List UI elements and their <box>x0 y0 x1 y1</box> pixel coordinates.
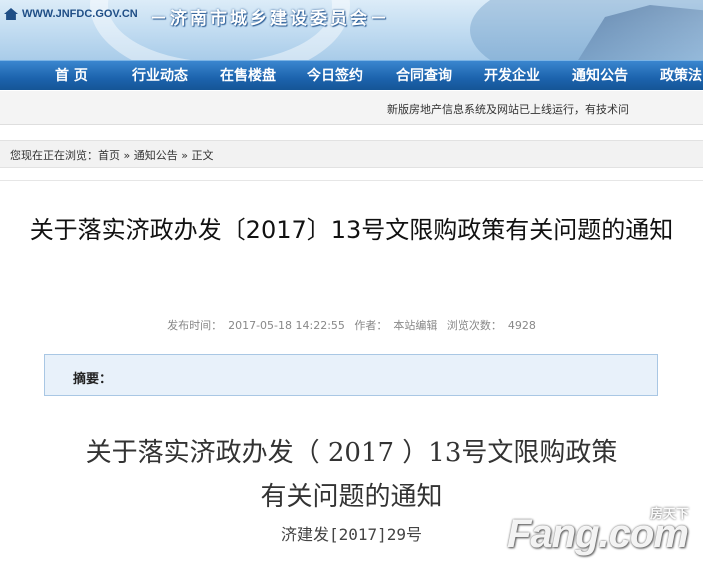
main-nav: 首 页 行业动态 在售楼盘 今日签约 合同查询 开发企业 通知公告 政策法 <box>0 60 703 90</box>
nav-item-industry-news[interactable]: 行业动态 <box>132 61 188 91</box>
nav-item-on-sale[interactable]: 在售楼盘 <box>220 61 276 91</box>
views-label: 浏览次数： <box>446 319 502 332</box>
watermark-logo-text: Fang.com <box>507 512 689 556</box>
news-ticker: 新版房地产信息系统及网站已上线运行，有技术问 <box>0 91 703 125</box>
summary-box: 摘要： <box>44 354 658 396</box>
nav-item-policy[interactable]: 政策法 <box>660 61 702 91</box>
home-icon <box>4 8 18 20</box>
breadcrumb-separator: » <box>177 149 192 162</box>
published-value: 2017-05-18 14:22:55 <box>228 319 345 332</box>
site-url[interactable]: WWW.JNFDC.GOV.CN <box>4 4 138 24</box>
header-banner: WWW.JNFDC.GOV.CN －济南市城乡建设委员会－ <box>0 0 703 60</box>
nav-item-today-signing[interactable]: 今日签约 <box>307 61 363 91</box>
site-title: －济南市城乡建设委员会－ <box>150 9 390 29</box>
breadcrumb-separator: » <box>120 149 134 162</box>
breadcrumb-home-link[interactable]: 首页 <box>98 149 120 162</box>
nav-item-home[interactable]: 首 页 <box>55 61 88 91</box>
summary-label: 摘要： <box>73 372 113 387</box>
ticker-text[interactable]: 新版房地产信息系统及网站已上线运行，有技术问 <box>387 101 629 117</box>
author-label: 作者： <box>354 319 388 332</box>
site-url-text: WWW.JNFDC.GOV.CN <box>22 8 138 20</box>
document-heading-line-1: 关于落实济政办发（ 2017 ）13号文限购政策 <box>85 438 618 468</box>
breadcrumb-prefix: 您现在正在浏览： <box>10 149 98 162</box>
article-meta: 发布时间： 2017-05-18 14:22:55 作者： 本站编辑 浏览次数： 49… <box>0 317 703 333</box>
fang-watermark: 房天下 Fang.com <box>507 505 695 557</box>
breadcrumb-section-link[interactable]: 通知公告 <box>134 149 178 162</box>
nav-item-notices[interactable]: 通知公告 <box>572 61 628 91</box>
author-value: 本站编辑 <box>393 319 438 332</box>
breadcrumb-current: 正文 <box>191 149 214 162</box>
views-value: 4928 <box>507 319 536 332</box>
article-title: 关于落实济政办发〔2017〕13号文限购政策有关问题的通知 <box>29 216 674 244</box>
nav-item-developers[interactable]: 开发企业 <box>484 61 540 91</box>
breadcrumb: 您现在正在浏览：首页 » 通知公告 » 正文 <box>0 140 703 168</box>
published-label: 发布时间： <box>167 319 223 332</box>
nav-item-contract-query[interactable]: 合同查询 <box>396 61 452 91</box>
breadcrumb-trail: 您现在正在浏览：首页 » 通知公告 » 正文 <box>10 147 213 163</box>
